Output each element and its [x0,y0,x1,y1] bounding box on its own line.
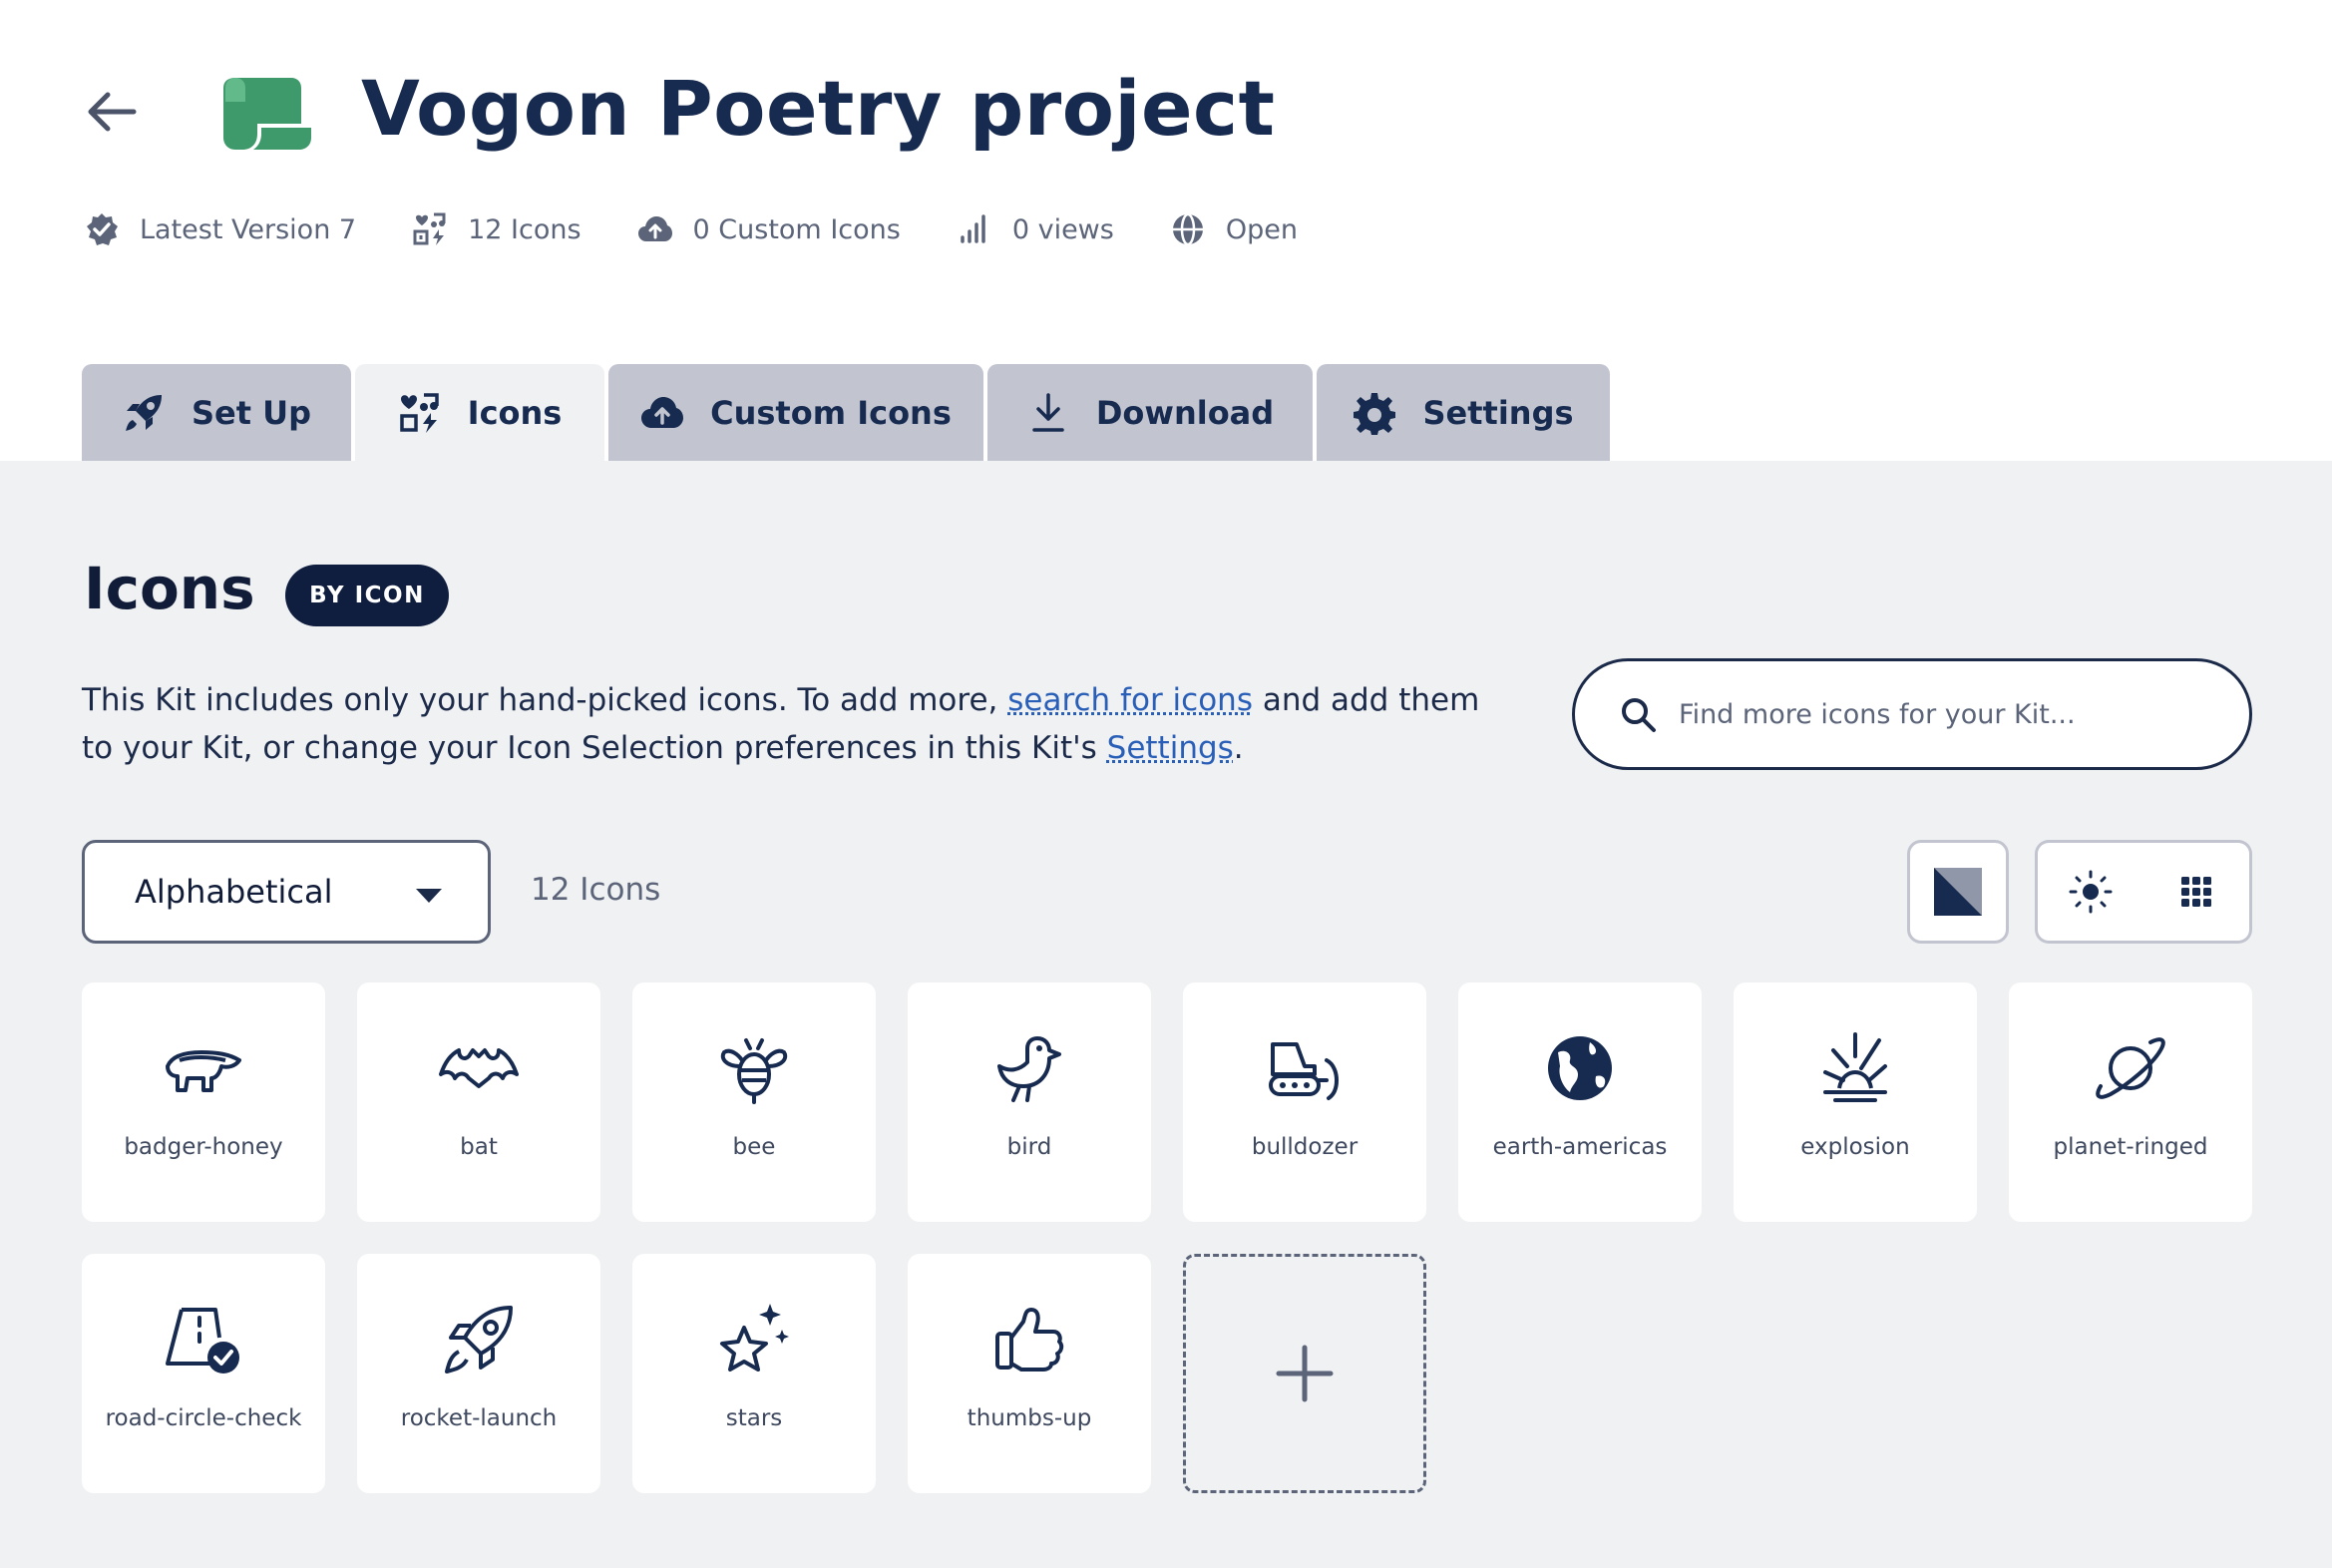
badger-honey-icon [166,1050,241,1092]
meta-icon-count: 12 Icons [412,211,582,247]
meta-custom-icons: 0 Custom Icons [637,211,901,247]
icon-card-bulldozer[interactable]: bulldozer [1183,982,1426,1222]
download-icon [1032,392,1064,432]
project-meta: Latest Version 7 12 Icons 0 Custom Icons… [84,207,1354,251]
icon-count: 12 Icons [531,872,661,908]
meta-views: 0 views [957,211,1114,247]
scroll-icon [223,78,311,150]
tab-icons[interactable]: Icons [355,364,604,461]
kit-description: This Kit includes only your hand-picked … [82,682,1480,766]
cloud-upload-icon [641,396,684,428]
icon-card-thumbs-up[interactable]: thumbs-up [908,1254,1151,1493]
bee-icon [720,1038,788,1104]
back-arrow-icon[interactable] [82,82,142,142]
icon-card-road-circle-check[interactable]: road-circle-check [82,1254,325,1493]
cloud-upload-icon [637,216,672,241]
bat-icon [439,1048,519,1088]
icon-card-bat[interactable]: bat [357,982,600,1222]
icon-card-stars[interactable]: stars [632,1254,876,1493]
icons-panel: Icons BY ICON This Kit includes only you… [0,461,2332,1568]
tab-custom-icons[interactable]: Custom Icons [608,364,983,461]
icon-card-rocket-launch[interactable]: rocket-launch [357,1254,600,1493]
gear-icon [1354,392,1396,435]
settings-link[interactable]: Settings [1107,730,1234,766]
rocket-icon [125,394,162,431]
explosion-icon [1823,1032,1887,1102]
meta-version: Latest Version 7 [84,211,356,247]
search-icon [1622,698,1656,732]
style-swatch-icon [1934,868,1982,916]
rocket-launch-icon [445,1306,513,1373]
plus-icon [1276,1345,1334,1402]
icons-icon [413,212,446,245]
grid-view-button[interactable] [2142,840,2252,944]
icon-card-bee[interactable]: bee [632,982,876,1222]
meta-visibility: Open [1170,211,1298,247]
add-icon-button[interactable] [1183,1254,1426,1493]
by-icon-badge: BY ICON [285,565,449,626]
sun-icon [2069,870,2112,914]
grid-icon [2180,877,2211,907]
road-circle-check-icon [166,1308,239,1373]
tab-download[interactable]: Download [987,364,1313,461]
icon-card-explosion[interactable]: explosion [1734,982,1977,1222]
tab-settings[interactable]: Settings [1317,364,1610,461]
bird-icon [997,1036,1061,1102]
tab-set-up[interactable]: Set Up [82,364,351,461]
page-title: Vogon Poetry project [361,64,1276,153]
icon-card-bird[interactable]: bird [908,982,1151,1222]
icon-card-earth-americas[interactable]: earth-americas [1458,982,1702,1222]
stars-icon [720,1304,789,1372]
tab-bar: Set Up Icons Custom Icons Download Setti… [82,364,1614,461]
search-input[interactable] [1679,698,2237,730]
signal-icon [961,214,985,243]
icon-card-planet-ringed[interactable]: planet-ringed [2009,982,2252,1222]
icons-icon [399,392,439,433]
sort-select[interactable]: Alphabetical [82,840,491,944]
section-title: Icons [84,555,255,622]
earth-americas-icon [1548,1036,1612,1100]
globe-icon [1172,212,1203,246]
icon-card-badger-honey[interactable]: badger-honey [82,982,325,1222]
thumbs-up-icon [995,1308,1064,1372]
search-for-icons-link[interactable]: search for icons [1007,682,1253,718]
caret-down-icon [416,889,442,903]
light-mode-button[interactable] [2035,840,2144,944]
icon-style-toggle-button[interactable] [1907,840,2009,944]
planet-ringed-icon [2096,1037,2165,1099]
badge-check-icon [87,213,118,245]
search-box[interactable] [1572,658,2252,770]
bulldozer-icon [1269,1042,1340,1100]
